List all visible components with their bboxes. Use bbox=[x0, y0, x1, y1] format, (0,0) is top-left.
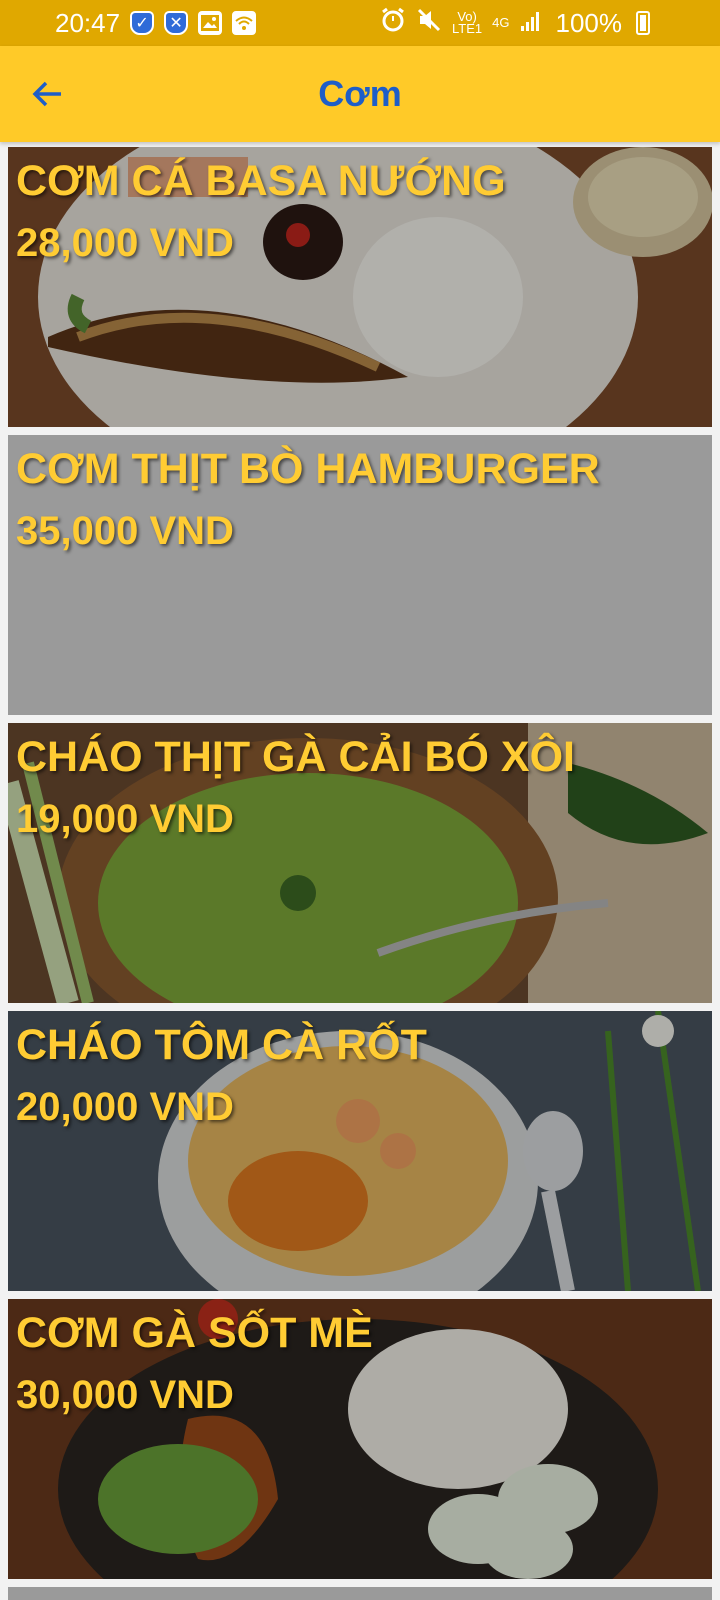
menu-item-partial[interactable] bbox=[8, 1587, 712, 1600]
back-button[interactable] bbox=[24, 70, 72, 118]
mute-icon bbox=[416, 7, 442, 40]
menu-item-price: 30,000 VND bbox=[16, 1373, 234, 1417]
status-left: 20:47 ✓ ✕ bbox=[55, 7, 257, 39]
status-bar: 20:47 ✓ ✕ Vo) LTE1 4G 100% bbox=[0, 0, 720, 46]
shield-icon: ✓ bbox=[130, 11, 155, 35]
menu-item-name: CƠM GÀ SỐT MÈ bbox=[16, 1309, 373, 1357]
network-type: 4G bbox=[492, 15, 510, 30]
menu-item-name: CHÁO TÔM CÀ RỐT bbox=[16, 1021, 427, 1069]
page-title: Cơm bbox=[318, 73, 402, 114]
menu-item-price: 28,000 VND bbox=[16, 221, 234, 265]
menu-item[interactable]: CHÁO THỊT GÀ CẢI BÓ XÔI 19,000 VND bbox=[8, 723, 712, 1003]
status-time: 20:47 bbox=[55, 7, 121, 38]
menu-item-name: CƠM CÁ BASA NƯỚNG bbox=[16, 157, 506, 205]
signal-icon bbox=[520, 8, 542, 39]
volte-indicator: Vo) LTE1 bbox=[452, 10, 483, 36]
status-right: Vo) LTE1 4G 100% bbox=[380, 7, 650, 40]
menu-item-price: 20,000 VND bbox=[16, 1085, 234, 1129]
volte-bottom: LTE1 bbox=[452, 21, 483, 36]
shield-blocked-icon: ✕ bbox=[164, 11, 189, 35]
battery-level: 100% bbox=[555, 7, 623, 38]
image-icon bbox=[198, 11, 223, 35]
arrow-left-icon bbox=[32, 81, 61, 107]
menu-item[interactable]: CƠM GÀ SỐT MÈ 30,000 VND bbox=[8, 1299, 712, 1579]
menu-item-name: CƠM THỊT BÒ HAMBURGER bbox=[16, 445, 600, 493]
menu-item-name: CHÁO THỊT GÀ CẢI BÓ XÔI bbox=[16, 733, 575, 781]
app-bar: Cơm bbox=[0, 46, 720, 142]
menu-item[interactable]: CƠM THỊT BÒ HAMBURGER 35,000 VND bbox=[8, 435, 712, 715]
menu-item[interactable]: CHÁO TÔM CÀ RỐT 20,000 VND bbox=[8, 1011, 712, 1291]
menu-list: CƠM CÁ BASA NƯỚNG 28,000 VND CƠM THỊT BÒ… bbox=[8, 147, 712, 1600]
battery-icon bbox=[636, 11, 650, 35]
alarm-icon bbox=[380, 7, 406, 40]
wifi-icon bbox=[232, 11, 257, 35]
menu-item[interactable]: CƠM CÁ BASA NƯỚNG 28,000 VND bbox=[8, 147, 712, 427]
menu-item-price: 19,000 VND bbox=[16, 797, 234, 841]
menu-item-price: 35,000 VND bbox=[16, 509, 234, 553]
